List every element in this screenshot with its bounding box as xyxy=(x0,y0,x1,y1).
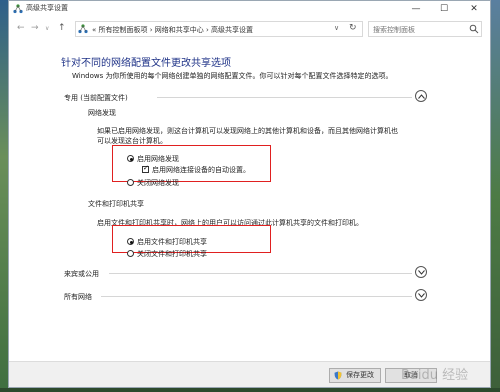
close-button[interactable]: ✕ xyxy=(463,2,485,16)
window-title: 高级共享设置 xyxy=(26,4,68,12)
desktop-background-bottom xyxy=(0,388,500,392)
watermark: Baidu 经验 xyxy=(401,368,469,383)
breadcrumb-path[interactable]: « 所有控制面板项 › 网络和共享中心 › 高级共享设置 xyxy=(92,25,253,35)
shield-icon xyxy=(334,371,342,380)
search-icon[interactable] xyxy=(469,24,479,34)
profile-guest-divider xyxy=(109,273,412,274)
desktop-background-left xyxy=(0,0,8,392)
minimize-button[interactable]: — xyxy=(405,2,427,16)
recent-locations-button[interactable]: ∨ xyxy=(45,25,49,32)
save-button-label: 保存更改 xyxy=(346,371,374,379)
chevron-up-icon xyxy=(418,94,425,99)
profile-private-divider xyxy=(157,97,412,98)
profile-all-divider xyxy=(101,296,412,297)
profile-all-header[interactable]: 所有网络 xyxy=(64,292,92,302)
disable-network-discovery-label[interactable]: 关闭网络发现 xyxy=(137,178,179,188)
back-button[interactable]: ← xyxy=(17,23,25,33)
radio-enable-file-printer-sharing[interactable] xyxy=(127,238,134,245)
forward-button[interactable]: → xyxy=(31,23,39,33)
network-location-icon xyxy=(78,24,88,34)
radio-disable-file-printer-sharing[interactable] xyxy=(127,250,134,257)
disable-file-printer-sharing-label[interactable]: 关闭文件和打印机共享 xyxy=(137,249,207,259)
enable-network-discovery-label[interactable]: 启用网络发现 xyxy=(137,154,179,164)
expand-guest-button[interactable] xyxy=(415,266,427,278)
enable-file-printer-sharing-label[interactable]: 启用文件和打印机共享 xyxy=(137,237,207,247)
profile-guest-header[interactable]: 来宾或公用 xyxy=(64,269,99,279)
chevron-down-icon xyxy=(418,270,425,275)
main-content: 针对不同的网络配置文件更改共享选项 Windows 为你所使用的每个网络创建单独… xyxy=(9,41,490,361)
refresh-button[interactable]: ↻ xyxy=(349,23,357,33)
checkbox-auto-setup[interactable] xyxy=(142,164,149,173)
page-description: Windows 为你所使用的每个网络创建单独的网络配置文件。你可以针对每个配置文… xyxy=(72,72,393,80)
collapse-private-button[interactable] xyxy=(415,90,427,102)
chevron-down-icon xyxy=(418,293,425,298)
page-title: 针对不同的网络配置文件更改共享选项 xyxy=(61,58,231,69)
network-discovery-description: 如果已启用网络发现，则这台计算机可以发现网络上的其他计算机和设备，而且其他网络计… xyxy=(97,127,398,135)
search-input[interactable] xyxy=(369,22,467,36)
desktop-background-right xyxy=(491,0,500,392)
address-bar: ← → ∨ ↑ « 所有控制面板项 › 网络和共享中心 › 高级共享设置 ∨ ↻ xyxy=(9,18,490,40)
file-printer-sharing-label: 文件和打印机共享 xyxy=(88,200,144,208)
maximize-button[interactable]: ☐ xyxy=(433,2,455,16)
auto-setup-label[interactable]: 启用网络连接设备的自动设置。 xyxy=(152,165,250,175)
title-bar: 高级共享设置 — ☐ ✕ xyxy=(9,1,490,17)
breadcrumb[interactable]: « 所有控制面板项 › 网络和共享中心 › 高级共享设置 ∨ ↻ xyxy=(75,21,363,37)
highlight-network-discovery xyxy=(112,145,271,182)
radio-enable-network-discovery[interactable] xyxy=(127,155,134,162)
chevron-down-icon[interactable]: ∨ xyxy=(334,24,339,32)
radio-disable-network-discovery[interactable] xyxy=(127,179,134,186)
up-button[interactable]: ↑ xyxy=(58,23,66,33)
network-app-icon xyxy=(13,4,23,14)
network-discovery-label: 网络发现 xyxy=(88,109,116,117)
search-box xyxy=(368,21,482,37)
dialog-footer: 保存更改 取消 Baidu 经验 xyxy=(9,361,490,387)
expand-all-networks-button[interactable] xyxy=(415,289,427,301)
profile-private-header[interactable]: 专用 (当前配置文件) xyxy=(64,93,128,103)
save-button[interactable]: 保存更改 xyxy=(329,368,381,383)
advanced-sharing-window: 高级共享设置 — ☐ ✕ ← → ∨ ↑ « 所有控制面板项 › 网络和共享中心… xyxy=(8,0,491,388)
